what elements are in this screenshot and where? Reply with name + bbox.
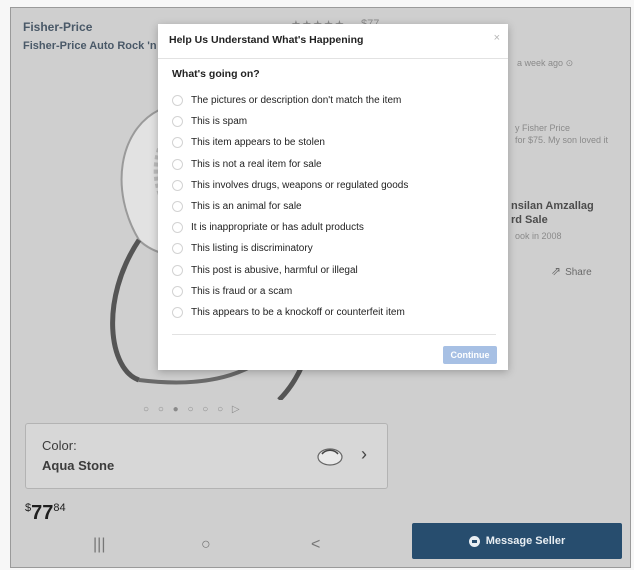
posted-time: a week ago ⊙ <box>517 58 574 68</box>
report-option-label: This is fraud or a scam <box>191 285 293 297</box>
color-value: Aqua Stone <box>42 458 115 473</box>
radio-button[interactable] <box>172 243 183 255</box>
back-icon[interactable]: < <box>311 536 320 554</box>
message-seller-button[interactable]: Message Seller <box>412 523 622 559</box>
report-option[interactable]: This post is abusive, harmful or illegal <box>172 260 502 281</box>
product-title: Fisher-Price Auto Rock 'n <box>23 40 157 52</box>
description-line: for $75. My son loved it <box>515 135 609 145</box>
location-icon: ⊙ <box>565 58 574 68</box>
report-option[interactable]: This item appears to be stolen <box>172 132 502 153</box>
report-option[interactable]: It is inappropriate or has adult product… <box>172 217 502 238</box>
report-option[interactable]: This appears to be a knockoff or counter… <box>172 302 502 323</box>
color-label: Color: <box>42 438 77 453</box>
radio-button[interactable] <box>172 222 183 234</box>
product-price: $7784 <box>25 502 66 524</box>
report-option-label: This listing is discriminatory <box>191 243 313 255</box>
screen: Fisher-Price Fisher-Price Auto Rock 'n ★… <box>10 7 631 568</box>
color-selector[interactable]: Color: Aqua Stone › <box>25 423 388 489</box>
report-options-list: The pictures or description don't match … <box>172 90 502 323</box>
seller-since: ook in 2008 <box>515 231 562 241</box>
report-option-label: This involves drugs, weapons or regulate… <box>191 179 409 191</box>
dialog-header: Help Us Understand What's Happening × <box>158 24 508 59</box>
report-option[interactable]: This is not a real item for sale <box>172 154 502 175</box>
report-dialog: Help Us Understand What's Happening × Wh… <box>158 24 508 370</box>
report-option-label: This item appears to be stolen <box>191 137 325 149</box>
report-option-label: This is not a real item for sale <box>191 158 322 170</box>
radio-button[interactable] <box>172 158 183 170</box>
messenger-icon <box>468 535 480 547</box>
report-option-label: This is spam <box>191 116 248 128</box>
color-swatch-icon <box>317 448 343 466</box>
report-option-label: It is inappropriate or has adult product… <box>191 222 364 234</box>
share-icon: ⇗ <box>551 264 562 278</box>
home-icon[interactable]: ○ <box>201 536 211 554</box>
dialog-title: Help Us Understand What's Happening <box>169 34 364 46</box>
radio-button[interactable] <box>172 285 183 297</box>
report-option-label: This post is abusive, harmful or illegal <box>191 264 358 276</box>
radio-button[interactable] <box>172 95 183 107</box>
share-button[interactable]: ⇗ Share <box>551 264 592 278</box>
close-icon[interactable]: × <box>494 32 500 44</box>
report-option[interactable]: This is spam <box>172 111 502 132</box>
radio-button[interactable] <box>172 137 183 149</box>
radio-button[interactable] <box>172 306 183 318</box>
image-carousel-dots[interactable]: ○ ○ ● ○ ○ ○ ▷ <box>143 404 243 415</box>
report-option[interactable]: This is an animal for sale <box>172 196 502 217</box>
radio-button[interactable] <box>172 264 183 276</box>
radio-button[interactable] <box>172 201 183 213</box>
report-option-label: This is an animal for sale <box>191 201 302 213</box>
radio-button[interactable] <box>172 179 183 191</box>
report-option[interactable]: This is fraud or a scam <box>172 281 502 302</box>
report-option[interactable]: This involves drugs, weapons or regulate… <box>172 175 502 196</box>
dialog-question: What's going on? <box>172 68 260 80</box>
seller-name[interactable]: nsilan Amzallag <box>511 200 594 212</box>
recent-apps-icon[interactable]: ||| <box>93 536 105 554</box>
description-line: y Fisher Price <box>515 123 571 133</box>
continue-button[interactable]: Continue <box>443 346 497 364</box>
system-nav-bar: ||| ○ < <box>11 528 411 567</box>
dialog-divider <box>172 334 496 335</box>
report-option[interactable]: This listing is discriminatory <box>172 238 502 259</box>
report-option[interactable]: The pictures or description don't match … <box>172 90 502 111</box>
chevron-right-icon: › <box>361 444 367 464</box>
report-option-label: This appears to be a knockoff or counter… <box>191 306 405 318</box>
radio-button[interactable] <box>172 116 183 128</box>
report-option-label: The pictures or description don't match … <box>191 95 402 107</box>
product-brand: Fisher-Price <box>23 20 93 34</box>
seller-subtitle: rd Sale <box>511 214 548 226</box>
